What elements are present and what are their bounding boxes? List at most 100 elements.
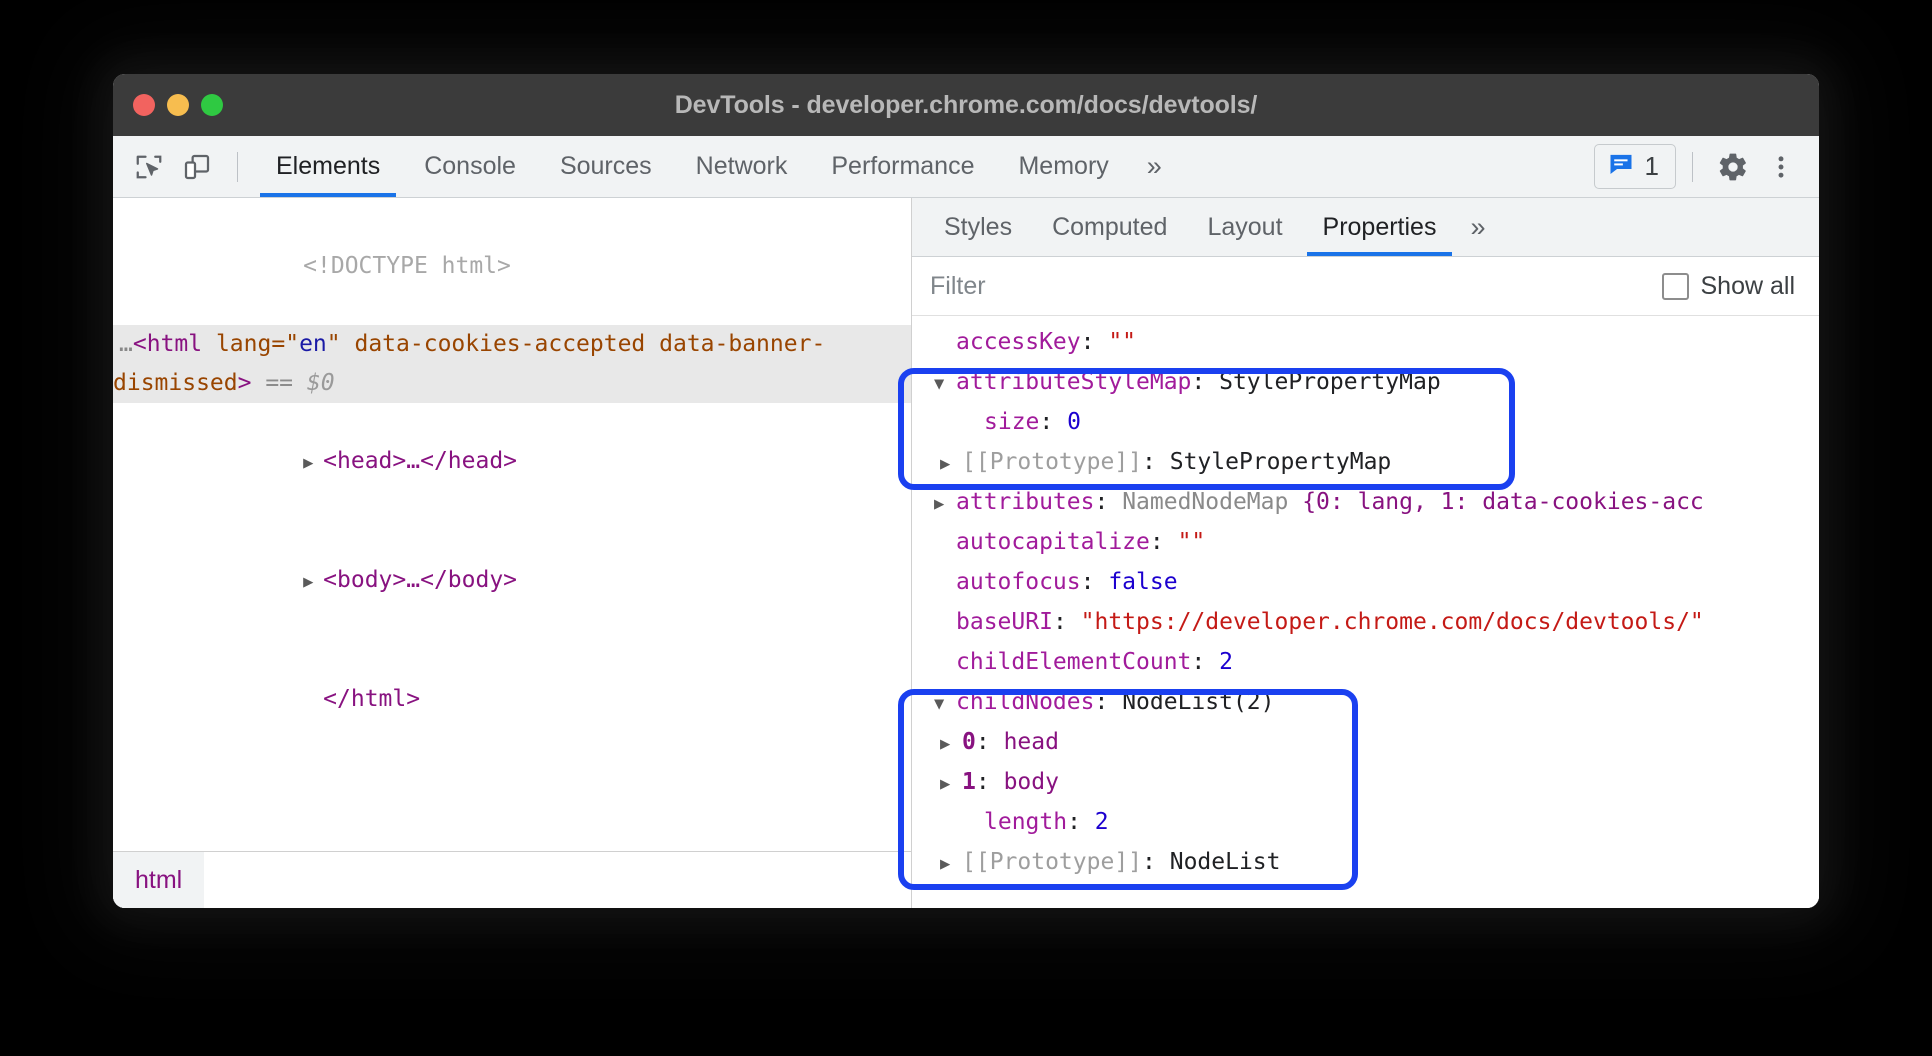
more-sidebar-tabs-chevron-icon[interactable]: » xyxy=(1456,198,1499,256)
attributes-sep: : xyxy=(1094,489,1122,515)
filter-row: Show all xyxy=(912,257,1819,316)
childNodes-collapse-triangle-icon[interactable]: ▼ xyxy=(934,684,956,724)
childElementCount-value: 2 xyxy=(1219,649,1233,675)
autofocus-value: false xyxy=(1108,569,1177,595)
filter-input[interactable] xyxy=(926,271,1662,302)
childNodes-name: childNodes xyxy=(956,689,1094,715)
properties-list[interactable]: ▶accessKey: "" ▼attributeStyleMap: Style… xyxy=(912,316,1819,908)
gear-icon[interactable] xyxy=(1709,143,1757,191)
tab-properties[interactable]: Properties xyxy=(1303,198,1457,256)
property-row-autofocus[interactable]: ▶autofocus: false xyxy=(912,562,1819,602)
tab-network[interactable]: Network xyxy=(674,136,810,197)
autocapitalize-twisty-spacer: ▶ xyxy=(934,524,956,564)
property-row-childnode-0[interactable]: ▶0: head xyxy=(912,722,1819,762)
property-row-attributeStyleMap[interactable]: ▼attributeStyleMap: StylePropertyMap xyxy=(912,362,1819,402)
dom-tree[interactable]: <!DOCTYPE html> …<html lang="en" data-co… xyxy=(113,198,911,851)
property-row-size[interactable]: ▶size: 0 xyxy=(912,402,1819,442)
childnode-1-expand-triangle-icon[interactable]: ▶ xyxy=(940,764,962,804)
size-sep: : xyxy=(1039,409,1067,435)
childNodes-value: NodeList(2) xyxy=(1122,689,1274,715)
window-controls[interactable] xyxy=(133,94,223,116)
prototype-nodelist-name: [[Prototype]] xyxy=(962,849,1142,875)
accessKey-value: "" xyxy=(1108,329,1136,355)
tab-styles[interactable]: Styles xyxy=(924,198,1032,256)
attributes-value: NamedNodeMap xyxy=(1122,489,1302,515)
dom-row-head[interactable]: ▶<head>…</head> xyxy=(113,403,911,522)
property-row-attributes[interactable]: ▶attributes: NamedNodeMap {0: lang, 1: d… xyxy=(912,482,1819,522)
autocapitalize-value: "" xyxy=(1178,529,1206,555)
prototype-nodelist-sep: : xyxy=(1142,849,1170,875)
tab-layout-label: Layout xyxy=(1207,213,1282,242)
childnode-1-sep: : xyxy=(976,769,1004,795)
tab-sources[interactable]: Sources xyxy=(538,136,674,197)
tab-memory[interactable]: Memory xyxy=(996,136,1130,197)
dom-tree-pane: <!DOCTYPE html> …<html lang="en" data-co… xyxy=(113,198,912,908)
toolbar-divider-right xyxy=(1692,152,1693,182)
head-expand-triangle-icon[interactable]: ▶ xyxy=(303,444,323,483)
html-attr-lang-quote-close: " xyxy=(327,331,341,357)
size-twisty-spacer: ▶ xyxy=(962,404,984,444)
tab-performance-label: Performance xyxy=(831,152,974,181)
attributes-expand-triangle-icon[interactable]: ▶ xyxy=(934,484,956,524)
childNodes-sep: : xyxy=(1094,689,1122,715)
attributeStyleMap-collapse-triangle-icon[interactable]: ▼ xyxy=(934,364,956,404)
prototype-nodelist-value: NodeList xyxy=(1170,849,1281,875)
dom-row-doctype[interactable]: <!DOCTYPE html> xyxy=(113,208,911,325)
property-row-childnode-1[interactable]: ▶1: body xyxy=(912,762,1819,802)
property-row-length[interactable]: ▶length: 2 xyxy=(912,802,1819,842)
doctype-text: <!DOCTYPE html> xyxy=(303,253,511,279)
html-attr-lang-name: lang xyxy=(202,331,271,357)
body-expand-triangle-icon[interactable]: ▶ xyxy=(303,563,323,602)
minimize-window-button[interactable] xyxy=(167,94,189,116)
childnode-0-expand-triangle-icon[interactable]: ▶ xyxy=(940,724,962,764)
prototype-stylepropertymap-expand-triangle-icon[interactable]: ▶ xyxy=(940,444,962,484)
toolbar-right-actions: 1 xyxy=(1594,143,1819,191)
html-dollar-zero: $0 xyxy=(307,370,335,396)
html-attr-lang-value: en xyxy=(299,331,327,357)
property-row-prototype-nodelist[interactable]: ▶[[Prototype]]: NodeList xyxy=(912,842,1819,882)
dom-row-html-selected[interactable]: …<html lang="en" data-cookies-accepted d… xyxy=(113,325,911,403)
prototype-nodelist-expand-triangle-icon[interactable]: ▶ xyxy=(940,844,962,884)
show-all-toggle[interactable]: Show all xyxy=(1662,272,1796,301)
autocapitalize-sep: : xyxy=(1150,529,1178,555)
tab-performance[interactable]: Performance xyxy=(809,136,996,197)
property-row-childNodes[interactable]: ▼childNodes: NodeList(2) xyxy=(912,682,1819,722)
issues-button[interactable]: 1 xyxy=(1594,144,1676,189)
screenshot-root: DevTools - developer.chrome.com/docs/dev… xyxy=(0,0,1932,1056)
length-name: length xyxy=(984,809,1067,835)
dom-row-html-close[interactable]: </html> xyxy=(113,641,911,758)
show-all-checkbox[interactable] xyxy=(1662,273,1689,300)
inspect-cursor-icon[interactable] xyxy=(125,143,173,191)
property-row-childElementCount[interactable]: ▶childElementCount: 2 xyxy=(912,642,1819,682)
tab-console[interactable]: Console xyxy=(402,136,538,197)
property-row-accessKey[interactable]: ▶accessKey: "" xyxy=(912,322,1819,362)
more-panels-chevron-icon[interactable]: » xyxy=(1131,136,1178,197)
property-row-baseURI[interactable]: ▶baseURI: "https://developer.chrome.com/… xyxy=(912,602,1819,642)
head-node-text: <head>…</head> xyxy=(323,448,517,474)
dom-row-body[interactable]: ▶<body>…</body> xyxy=(113,522,911,641)
kebab-menu-icon[interactable] xyxy=(1757,143,1805,191)
tab-elements[interactable]: Elements xyxy=(254,136,402,197)
show-all-label: Show all xyxy=(1701,272,1796,301)
maximize-window-button[interactable] xyxy=(201,94,223,116)
property-row-prototype-stylepropertymap[interactable]: ▶[[Prototype]]: StylePropertyMap xyxy=(912,442,1819,482)
properties-pane: Styles Computed Layout Properties » Show… xyxy=(912,198,1819,908)
baseURI-name: baseURI xyxy=(956,609,1053,635)
breadcrumb-item-html[interactable]: html xyxy=(113,852,204,908)
baseURI-sep: : xyxy=(1053,609,1081,635)
childnode-0-sep: : xyxy=(976,729,1004,755)
html-open-bracket: < xyxy=(133,331,147,357)
close-window-button[interactable] xyxy=(133,94,155,116)
device-toolbar-icon[interactable] xyxy=(173,143,221,191)
tab-memory-label: Memory xyxy=(1018,152,1108,181)
prototype-stylepropertymap-sep: : xyxy=(1142,449,1170,475)
property-row-autocapitalize[interactable]: ▶autocapitalize: "" xyxy=(912,522,1819,562)
tab-layout[interactable]: Layout xyxy=(1187,198,1302,256)
issues-count: 1 xyxy=(1645,151,1659,182)
dom-ellipsis-icon: … xyxy=(113,331,133,357)
attributes-name: attributes xyxy=(956,489,1094,515)
accessKey-name: accessKey xyxy=(956,329,1081,355)
html-close-text: </html> xyxy=(323,686,420,712)
tab-computed[interactable]: Computed xyxy=(1032,198,1187,256)
tab-properties-label: Properties xyxy=(1323,213,1437,242)
